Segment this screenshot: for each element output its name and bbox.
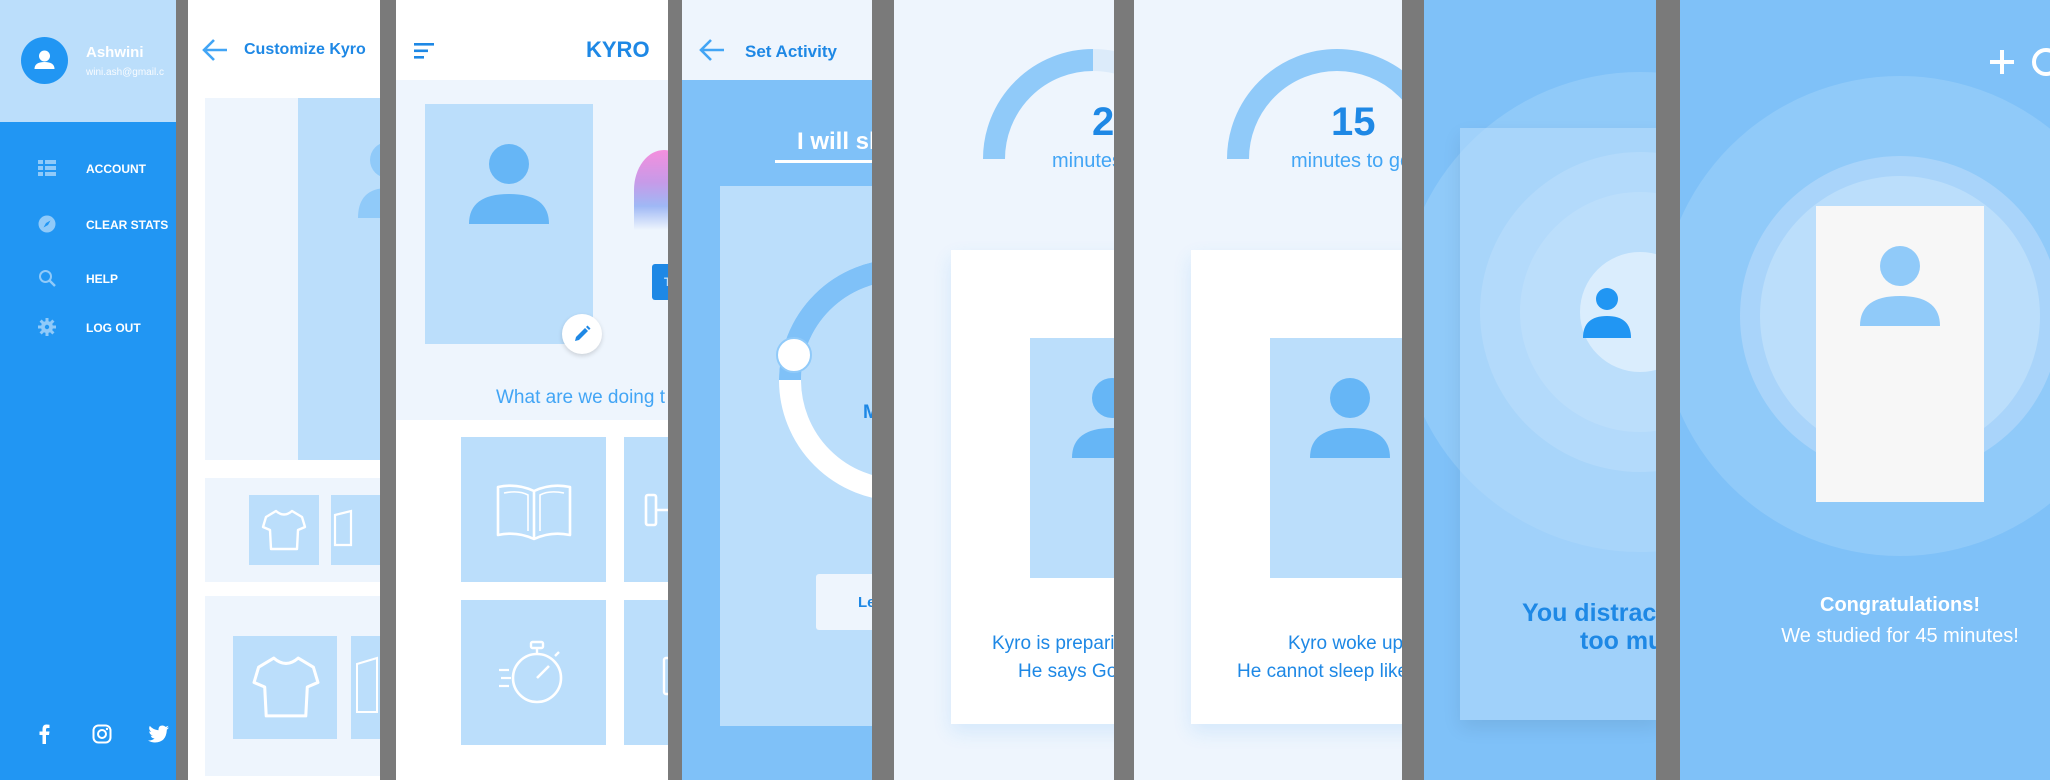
message-line-2: too muc: [1580, 627, 1656, 655]
activity-question: What are we doing t: [496, 387, 665, 408]
back-arrow-icon[interactable]: [202, 38, 228, 62]
drawer-screen: Ashwini wini.ash@gmail.c ACCOUNT CLEAR S…: [0, 0, 176, 780]
hanger-icon: [333, 509, 353, 547]
message-line-1: Kyro woke up.: [1288, 633, 1402, 654]
person-icon: [1072, 378, 1114, 458]
panel-divider: [1656, 0, 1680, 780]
congrats-subtitle: We studied for 45 minutes!: [1781, 625, 2019, 647]
minutes-caption: minutes t: [1052, 150, 1114, 172]
twitter-icon[interactable]: [148, 725, 170, 743]
outfit-tile[interactable]: [331, 495, 380, 565]
timer-25-screen: 25 minutes t Kyro is preparin He says Go: [894, 0, 1114, 780]
activity-tile-timer[interactable]: [461, 600, 606, 745]
menu-item-clear-stats[interactable]: CLEAR STATS: [0, 208, 176, 240]
panel-divider: [1114, 0, 1134, 780]
panel-divider: [668, 0, 682, 780]
activity-tile-exercise[interactable]: [624, 437, 668, 582]
kyro-portrait: [1816, 206, 1984, 502]
timer-15-screen: 15 minutes to go Kyro woke up. He cannot…: [1134, 0, 1402, 780]
menu-label: LOG OUT: [86, 321, 141, 335]
kyro-portrait: [425, 104, 593, 344]
menu-item-account[interactable]: ACCOUNT: [0, 152, 176, 184]
person-icon: [469, 144, 549, 224]
instagram-icon[interactable]: [92, 724, 112, 744]
message-line-1: Kyro is preparin: [992, 633, 1114, 654]
menu-item-help[interactable]: HELP: [0, 262, 176, 294]
menu-label: CLEAR STATS: [86, 218, 169, 232]
compass-icon: [38, 215, 56, 233]
message-line-2: He cannot sleep like: [1237, 661, 1402, 682]
minutes-value: 15: [1331, 100, 1376, 144]
person-icon: [1860, 246, 1940, 326]
outfit-row-small: [205, 478, 380, 582]
person-icon: [1583, 288, 1631, 338]
activity-tile-read[interactable]: [461, 437, 606, 582]
activity-tile-other[interactable]: [624, 600, 668, 745]
outfit-tile[interactable]: [351, 636, 380, 739]
distracted-screen: You distracte too muc: [1424, 0, 1656, 780]
avatar[interactable]: [21, 37, 68, 84]
grid-list-icon: [38, 160, 56, 176]
dumbbell-icon: [644, 493, 668, 527]
outfit-tile[interactable]: [233, 636, 337, 739]
home-screen: KYRO Tr What are we doing t: [396, 0, 668, 780]
customize-screen: Customize Kyro: [188, 0, 380, 780]
kyro-preview: [298, 98, 380, 460]
panel-divider: [380, 0, 396, 780]
screen-title: Set Activity: [745, 42, 837, 61]
dial-handle[interactable]: [776, 337, 812, 373]
outfit-row-large: [205, 596, 380, 776]
facebook-icon[interactable]: [38, 724, 50, 744]
hamburger-menu-icon[interactable]: [414, 42, 436, 60]
message-line-1: You distracte: [1522, 599, 1656, 627]
app-title: KYRO: [586, 37, 650, 62]
open-book-icon: [496, 484, 572, 541]
stopwatch-icon: [499, 640, 563, 704]
search-icon: [39, 270, 56, 287]
gear-icon: [38, 318, 56, 336]
person-icon: [1310, 378, 1390, 458]
screen-title: Customize Kyro: [244, 41, 366, 58]
panel-divider: [176, 0, 188, 780]
minutes-value: 25: [1092, 100, 1114, 144]
panel-divider: [1402, 0, 1424, 780]
tshirt-icon: [261, 509, 307, 551]
message-line-2: He says Go: [1018, 661, 1114, 682]
add-icon[interactable]: [1990, 50, 2014, 74]
menu-label: ACCOUNT: [86, 162, 146, 176]
set-activity-screen: Set Activity I will sle 3 Mi Let's: [682, 0, 894, 780]
person-icon: [34, 50, 55, 69]
kyro-image: [1030, 338, 1114, 578]
screens-collage: Ashwini wini.ash@gmail.c ACCOUNT CLEAR S…: [0, 0, 2050, 780]
congrats-screen: Congratulations! We studied for 45 minut…: [1680, 0, 2050, 780]
edit-button[interactable]: [562, 314, 602, 354]
person-icon: [358, 143, 380, 218]
try-button[interactable]: Tr: [652, 264, 668, 300]
outfit-tile[interactable]: [249, 495, 319, 565]
tshirt-icon: [252, 656, 320, 718]
user-email: wini.ash@gmail.c: [86, 67, 164, 78]
user-name: Ashwini: [86, 44, 144, 61]
congrats-title: Congratulations!: [1820, 594, 1980, 616]
minutes-caption: minutes to go: [1291, 150, 1402, 172]
panel-divider: [872, 0, 894, 780]
menu-item-log-out[interactable]: LOG OUT: [0, 311, 176, 343]
menu-label: HELP: [86, 272, 119, 286]
hanger-icon: [356, 656, 378, 713]
pencil-icon: [575, 325, 591, 341]
back-arrow-icon[interactable]: [699, 38, 725, 62]
kyro-image: [1270, 338, 1402, 578]
